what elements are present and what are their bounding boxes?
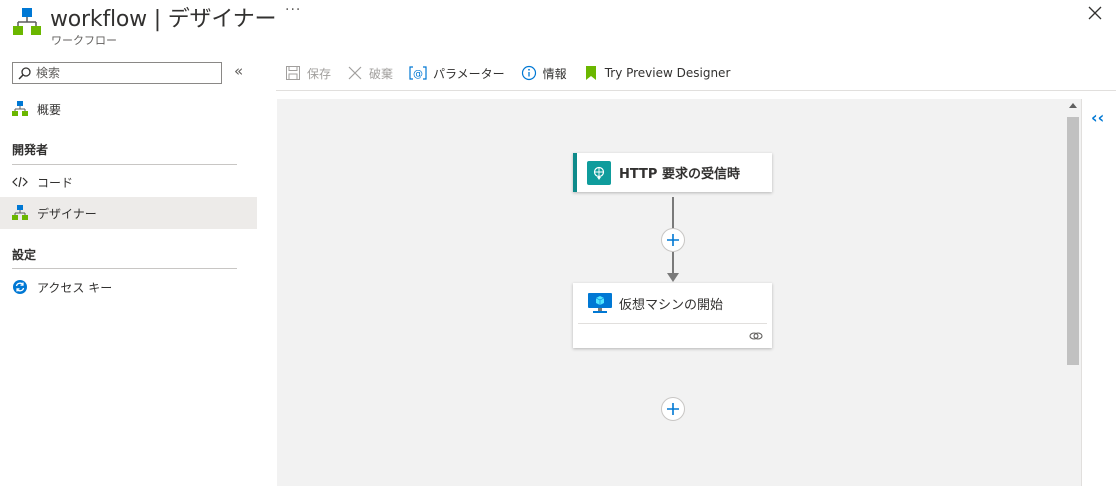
app-window: workflow | デザイナー ワークフロー ··· « 概要 開発者: [0, 0, 1116, 486]
info-icon: [520, 64, 538, 82]
save-label: 保存: [307, 66, 332, 81]
trigger-card-http-request[interactable]: HTTP 要求の受信時: [573, 153, 772, 192]
parameters-label: パラメーター: [433, 66, 505, 81]
sidebar-item-access-keys[interactable]: アクセス キー: [0, 271, 257, 303]
sidebar-item-label: コード: [37, 175, 74, 190]
section-settings: 設定: [12, 248, 37, 262]
connector-line: [672, 197, 674, 230]
workflow-app-icon: [13, 8, 41, 35]
virtual-machine-icon: [588, 293, 612, 313]
parameters-button[interactable]: @ パラメーター: [408, 64, 505, 82]
http-request-icon: [587, 160, 611, 185]
connector-arrow: [667, 273, 679, 282]
sidebar-item-label: アクセス キー: [37, 280, 113, 295]
divider: [12, 268, 237, 269]
preview-label: Try Preview Designer: [604, 66, 731, 80]
try-preview-designer-button[interactable]: Try Preview Designer: [582, 64, 731, 82]
sidebar-item-label: デザイナー: [37, 206, 97, 221]
designer-icon: [12, 205, 28, 221]
discard-button[interactable]: 破棄: [346, 64, 393, 82]
save-icon: [284, 64, 302, 82]
scroll-up-arrow[interactable]: [1069, 103, 1077, 108]
action-title: 仮想マシンの開始: [619, 297, 724, 313]
close-icon[interactable]: [1086, 4, 1104, 22]
bookmark-icon: [582, 64, 600, 82]
page-title: workflow | デザイナー: [50, 7, 277, 32]
search-input[interactable]: [36, 66, 216, 80]
action-card-start-vm[interactable]: 仮想マシンの開始: [573, 283, 772, 348]
more-options-button[interactable]: ···: [285, 2, 301, 18]
sidebar-item-code[interactable]: コード: [0, 166, 257, 198]
add-step-button[interactable]: [661, 397, 685, 421]
divider: [12, 164, 237, 165]
toolbar: 保存 破棄 @ パラメーター 情報 Try Preview Designer: [284, 62, 745, 84]
page-subtitle: ワークフロー: [51, 34, 117, 47]
card-divider: [578, 323, 767, 324]
discard-label: 破棄: [369, 66, 394, 81]
toolbar-divider: [276, 90, 1116, 91]
link-icon[interactable]: [749, 330, 763, 342]
parameters-icon: @: [408, 64, 428, 82]
panel-divider: [1081, 99, 1082, 486]
collapse-sidebar-button[interactable]: «: [234, 62, 243, 80]
plus-icon: [667, 403, 679, 415]
section-developer: 開発者: [12, 143, 49, 157]
info-label: 情報: [542, 66, 567, 81]
save-button[interactable]: 保存: [284, 64, 331, 82]
info-button[interactable]: 情報: [520, 64, 567, 82]
expand-panel-button[interactable]: ‹‹: [1091, 108, 1104, 127]
sidebar-item-designer[interactable]: デザイナー: [0, 197, 257, 229]
plus-icon: [667, 234, 679, 246]
trigger-title: HTTP 要求の受信時: [619, 167, 740, 182]
add-step-button[interactable]: [661, 228, 685, 252]
connector-line: [672, 252, 674, 274]
svg-text:@: @: [413, 69, 423, 80]
sidebar-item-overview[interactable]: 概要: [0, 93, 257, 125]
search-icon: [18, 66, 31, 80]
search-box[interactable]: [12, 62, 222, 84]
scrollbar-thumb[interactable]: [1067, 117, 1079, 365]
workflow-icon: [12, 101, 28, 117]
sidebar-item-label: 概要: [37, 102, 62, 117]
discard-icon: [346, 64, 364, 82]
code-icon: [12, 174, 28, 190]
access-key-icon: [12, 279, 28, 295]
